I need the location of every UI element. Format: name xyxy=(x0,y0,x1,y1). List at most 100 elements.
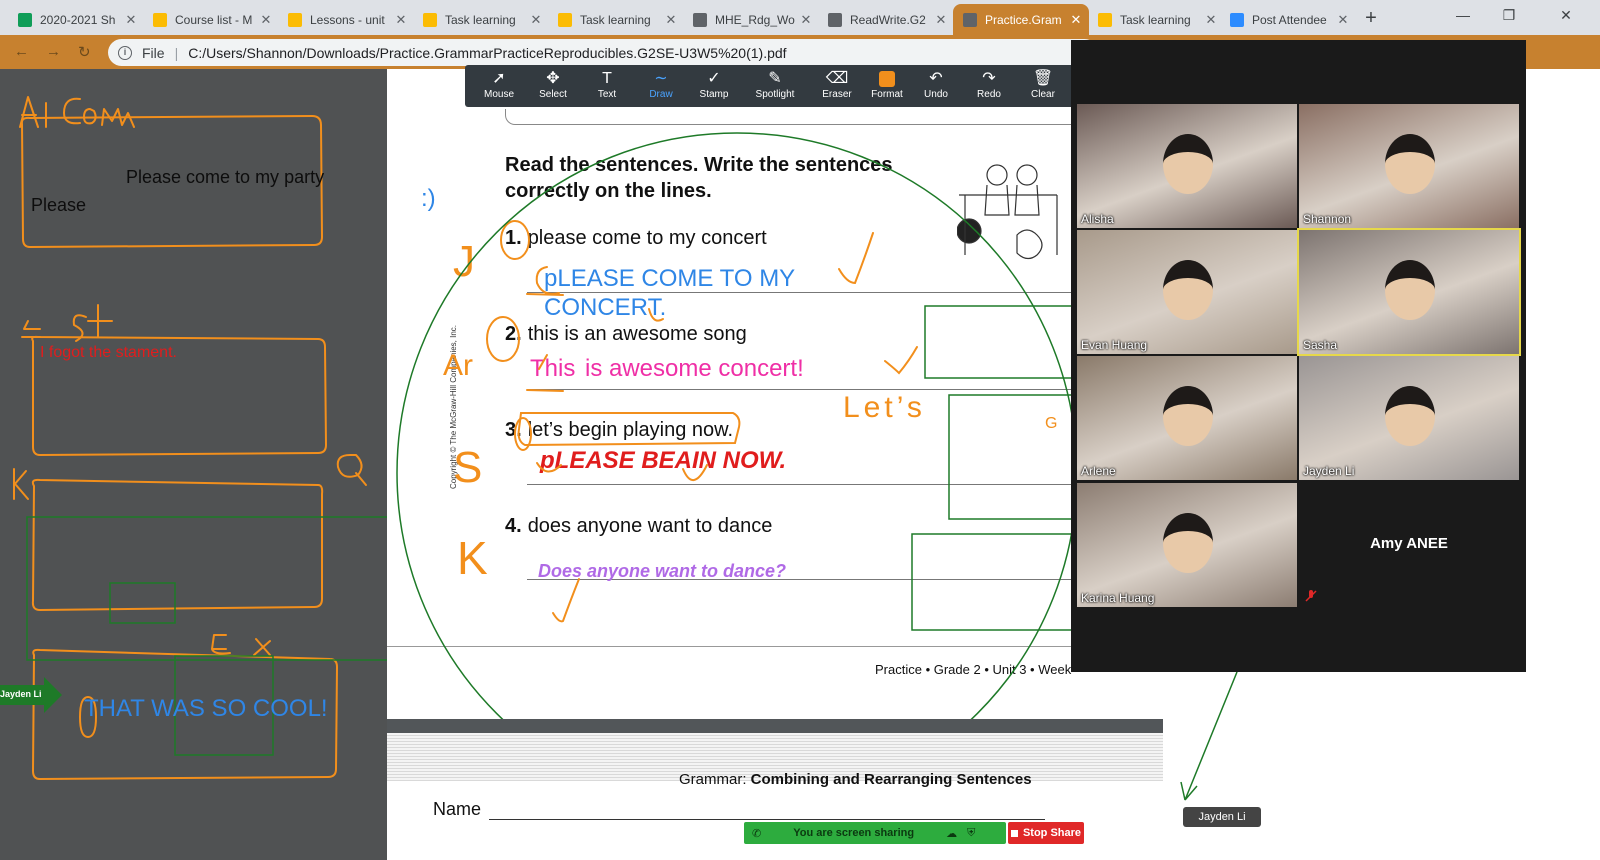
tab-3[interactable]: Lessons - unit ✕ xyxy=(278,4,414,35)
participant-tile-shannon[interactable]: Shannon xyxy=(1299,104,1519,228)
annotation-tool-select[interactable]: ✥ Select xyxy=(528,69,578,100)
annotation-tool-eraser[interactable]: ⌫ Eraser xyxy=(812,69,862,100)
name-label: Name xyxy=(433,799,482,819)
participant-tile-jayden-li[interactable]: Jayden Li xyxy=(1299,356,1519,480)
close-window-button[interactable]: ✕ xyxy=(1532,0,1600,32)
restore-window-button[interactable]: ❐ xyxy=(1486,0,1532,32)
tab-4[interactable]: Task learning ✕ xyxy=(413,4,549,35)
box1-text-top: Please come to my party xyxy=(126,167,325,187)
annotation-tool-clear[interactable]: 🗑 Clear xyxy=(1018,69,1068,100)
select-move-icon: ✥ xyxy=(546,70,560,87)
participant-tile-alisha[interactable]: Alisha xyxy=(1077,104,1297,228)
annotation-tool-label: Stamp xyxy=(699,89,729,100)
tab-label: Task learning xyxy=(445,12,516,27)
page2-title-main: Combining and Rearranging Sentences xyxy=(750,771,1032,788)
annotation-tool-label: Format xyxy=(871,89,903,100)
annotation-toolbar: ➚ Mouse ✥ Select T Text ∼ Draw ✓ Stamp ✎ Spotlight ⌫… xyxy=(465,65,1161,107)
annotation-tool-label: Undo xyxy=(924,89,948,100)
file-scheme-label: File xyxy=(142,44,165,61)
address-bar[interactable]: i File | C:/Users/Shannon/Downloads/Prac… xyxy=(108,39,1098,66)
annotation-tool-label: Eraser xyxy=(822,89,852,100)
box2-text: I fogot the stament. xyxy=(40,344,177,361)
annotation-tool-label: Redo xyxy=(977,89,1001,100)
tab-1[interactable]: 2020-2021 Sh ✕ xyxy=(8,4,144,35)
annotation-tool-text[interactable]: T Text xyxy=(582,69,632,100)
info-icon[interactable]: i xyxy=(118,45,132,60)
phone-icon: ✆ xyxy=(752,827,762,840)
close-tab-icon[interactable]: ✕ xyxy=(1204,12,1218,28)
trash-icon: 🗑 xyxy=(1032,70,1054,87)
participant-name: Arlene xyxy=(1081,464,1116,478)
tab-6[interactable]: MHE_Rdg_Wo ✕ xyxy=(683,4,819,35)
close-tab-icon[interactable]: ✕ xyxy=(664,12,678,28)
box4-text: THAT WAS SO COOL! xyxy=(84,695,328,722)
doc-icon xyxy=(153,12,167,27)
close-tab-icon[interactable]: ✕ xyxy=(1336,12,1350,28)
annotation-tool-format[interactable]: Format xyxy=(862,69,912,100)
page-gap xyxy=(387,719,1163,733)
close-tab-icon[interactable]: ✕ xyxy=(934,12,948,28)
participant-video xyxy=(1385,260,1435,320)
participant-tile-name-only[interactable]: Amy ANEE xyxy=(1299,483,1519,607)
page2-title: Grammar: Combining and Rearranging Sente… xyxy=(679,771,1032,788)
participant-tile-karina-huang[interactable]: Karina Huang xyxy=(1077,483,1297,607)
remote-pointer-pill: Jayden Li xyxy=(1183,807,1261,827)
close-tab-icon[interactable]: ✕ xyxy=(124,12,138,28)
reload-icon[interactable]: ↻ xyxy=(78,43,91,61)
participant-tile-arlene[interactable]: Arlene xyxy=(1077,356,1297,480)
page2-title-prefix: Grammar: xyxy=(679,771,747,788)
tab-2[interactable]: Course list - M ✕ xyxy=(143,4,279,35)
participant-name: Evan Huang xyxy=(1081,338,1148,352)
cloud-icon: ☁ xyxy=(946,827,958,840)
tab-label: Course list - M xyxy=(175,12,253,27)
forward-arrow-icon[interactable]: → xyxy=(46,43,61,60)
close-tab-icon[interactable]: ✕ xyxy=(799,12,813,28)
doc-icon xyxy=(1098,12,1112,27)
redo-icon: ↷ xyxy=(982,70,996,87)
format-color-icon xyxy=(862,69,912,89)
tab-label: Practice.Gram xyxy=(985,12,1062,27)
sharing-status-bar: ✆ You are screen sharing ☁ ⛨ xyxy=(744,822,1006,844)
annotation-tool-mouse[interactable]: ➚ Mouse xyxy=(474,69,524,100)
globe-icon xyxy=(693,12,707,27)
annotation-tool-draw[interactable]: ∼ Draw xyxy=(636,69,686,100)
participant-name: Sasha xyxy=(1303,338,1338,352)
minimize-window-button[interactable]: — xyxy=(1440,0,1486,32)
annotation-tool-undo[interactable]: ↶ Undo xyxy=(911,69,961,100)
tab-5[interactable]: Task learning ✕ xyxy=(548,4,684,35)
participant-video xyxy=(1163,386,1213,446)
close-tab-icon[interactable]: ✕ xyxy=(259,12,273,28)
participant-tile-sasha[interactable]: Sasha xyxy=(1297,228,1521,356)
participant-tile-evan-huang[interactable]: Evan Huang xyxy=(1077,230,1297,354)
remote-pointer-label: Jayden Li xyxy=(0,689,42,699)
new-tab-button[interactable]: + xyxy=(1358,6,1384,32)
close-tab-icon[interactable]: ✕ xyxy=(529,12,543,28)
close-tab-icon[interactable]: ✕ xyxy=(394,12,408,28)
tab-label: Post Attendee xyxy=(1252,12,1327,27)
stop-icon xyxy=(1010,829,1018,837)
tab-9[interactable]: Task learning ✕ xyxy=(1088,4,1224,35)
globe-icon xyxy=(963,12,977,27)
tab-8[interactable]: Practice.Gram ✕ xyxy=(953,4,1089,35)
sheets-icon xyxy=(18,12,32,27)
participant-name: Shannon xyxy=(1303,212,1352,226)
tab-7[interactable]: ReadWrite.G2 ✕ xyxy=(818,4,954,35)
doc-icon xyxy=(558,12,572,27)
doc-icon xyxy=(288,12,302,27)
annotation-tool-spotlight[interactable]: ✎ Spotlight xyxy=(750,69,800,100)
whiteboard-panel: Please come to my party Please I fogot t… xyxy=(0,69,387,860)
stop-share-button[interactable]: Stop Share xyxy=(1008,822,1084,844)
participant-video xyxy=(1385,386,1435,446)
eraser-icon: ⌫ xyxy=(825,70,849,87)
tab-label: 2020-2021 Sh xyxy=(40,12,116,27)
back-arrow-icon[interactable]: ← xyxy=(14,43,29,60)
annotation-tool-stamp[interactable]: ✓ Stamp xyxy=(689,69,739,100)
globe-icon xyxy=(828,12,842,27)
shield-icon: ⛨ xyxy=(967,826,976,839)
annotation-tool-redo[interactable]: ↷ Redo xyxy=(964,69,1014,100)
annotation-tool-label: Draw xyxy=(649,89,673,100)
tab-label: ReadWrite.G2 xyxy=(850,12,926,27)
close-tab-icon[interactable]: ✕ xyxy=(1069,12,1083,28)
tab-10[interactable]: Post Attendee ✕ xyxy=(1220,4,1356,35)
participant-video xyxy=(1385,134,1435,194)
